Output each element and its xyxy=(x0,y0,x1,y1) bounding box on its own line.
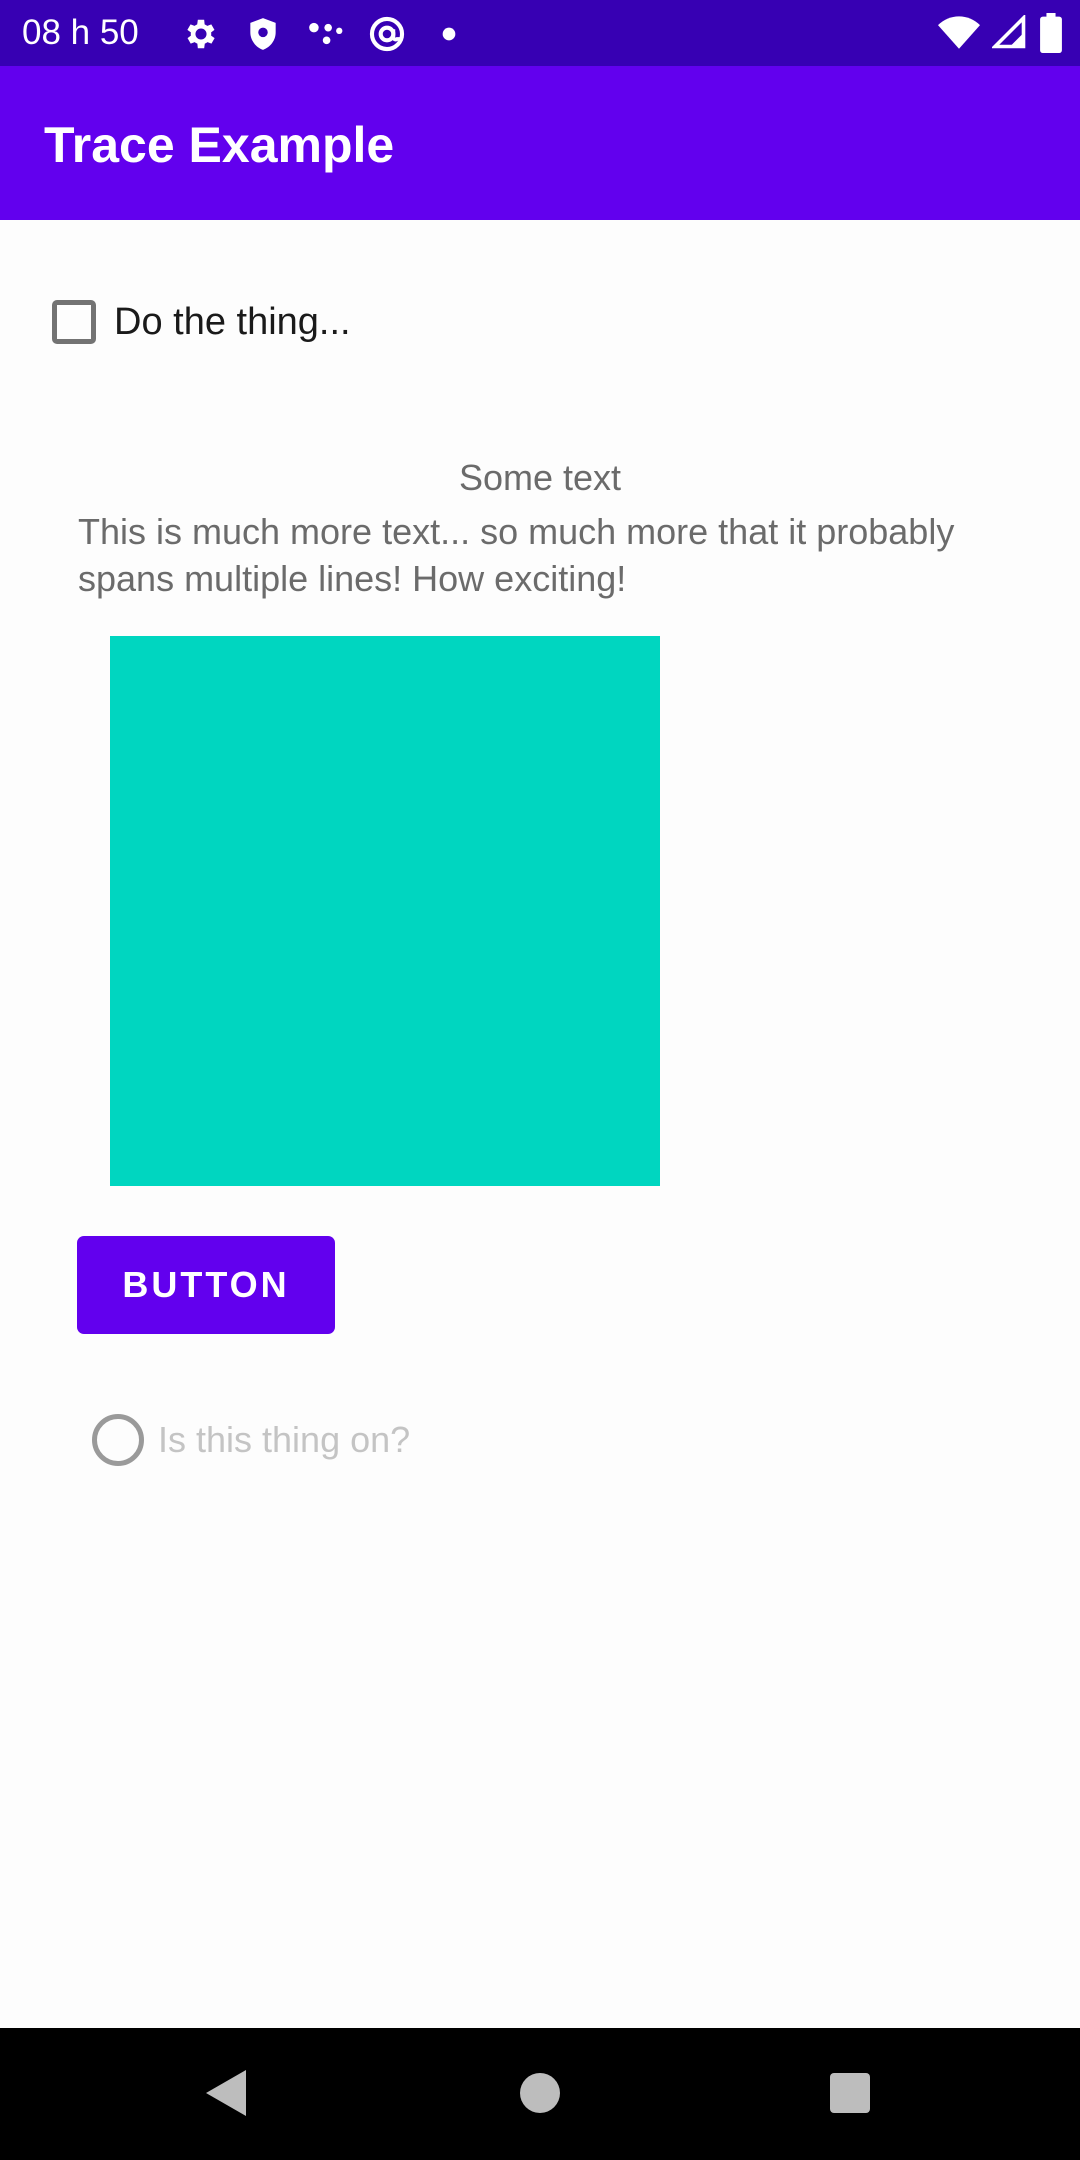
do-the-thing-checkbox[interactable]: Do the thing... xyxy=(48,290,351,354)
battery-icon xyxy=(1040,13,1062,53)
apps-icon xyxy=(309,22,343,45)
status-icons-left xyxy=(182,14,468,54)
settings-icon xyxy=(187,19,215,49)
wifi-icon xyxy=(938,16,980,49)
status-icons-right xyxy=(938,12,1062,54)
is-this-thing-on-radio[interactable]: Is this thing on? xyxy=(92,1412,410,1468)
navigation-bar xyxy=(0,2028,1080,2160)
radio-icon[interactable] xyxy=(92,1414,144,1466)
checkbox-label: Do the thing... xyxy=(114,301,351,343)
status-bar: 08 h 50 xyxy=(0,0,1080,66)
more-text-paragraph: This is much more text... so much more t… xyxy=(78,511,955,599)
app-title: Trace Example xyxy=(44,117,395,173)
status-time: 08 h 50 xyxy=(22,13,139,52)
back-icon[interactable] xyxy=(206,2070,246,2116)
radio-label: Is this thing on? xyxy=(158,1419,411,1460)
shield-icon xyxy=(250,18,276,50)
signal-icon xyxy=(992,15,1026,49)
teal-square-image xyxy=(110,636,660,1186)
recents-icon[interactable] xyxy=(830,2073,870,2113)
at-icon xyxy=(369,16,405,52)
dot-icon xyxy=(442,27,456,41)
checkbox-icon[interactable] xyxy=(52,300,96,344)
home-icon[interactable] xyxy=(520,2073,560,2113)
main-button[interactable]: BUTTON xyxy=(77,1236,335,1334)
some-text: Some text xyxy=(458,457,622,498)
